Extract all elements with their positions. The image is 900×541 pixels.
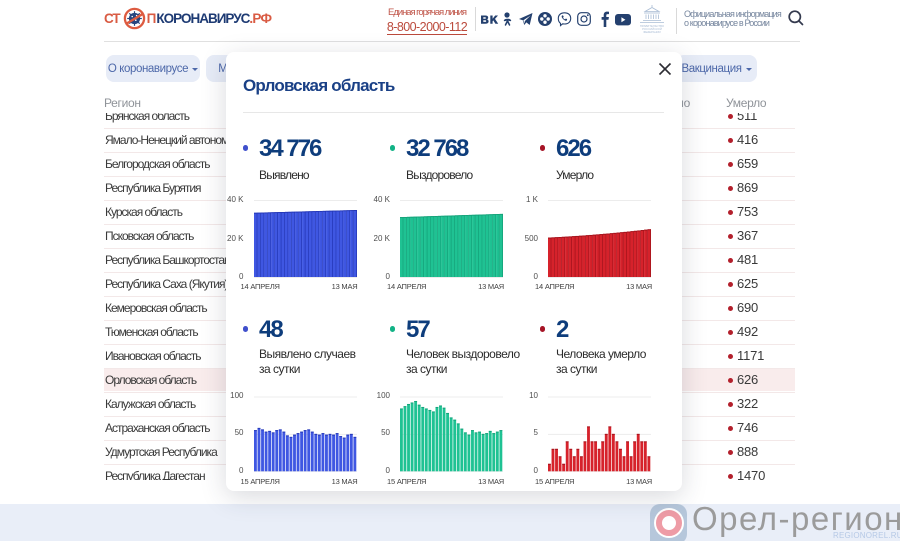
svg-text:ФЕДЕРАЦИИ: ФЕДЕРАЦИИ [643, 30, 660, 33]
